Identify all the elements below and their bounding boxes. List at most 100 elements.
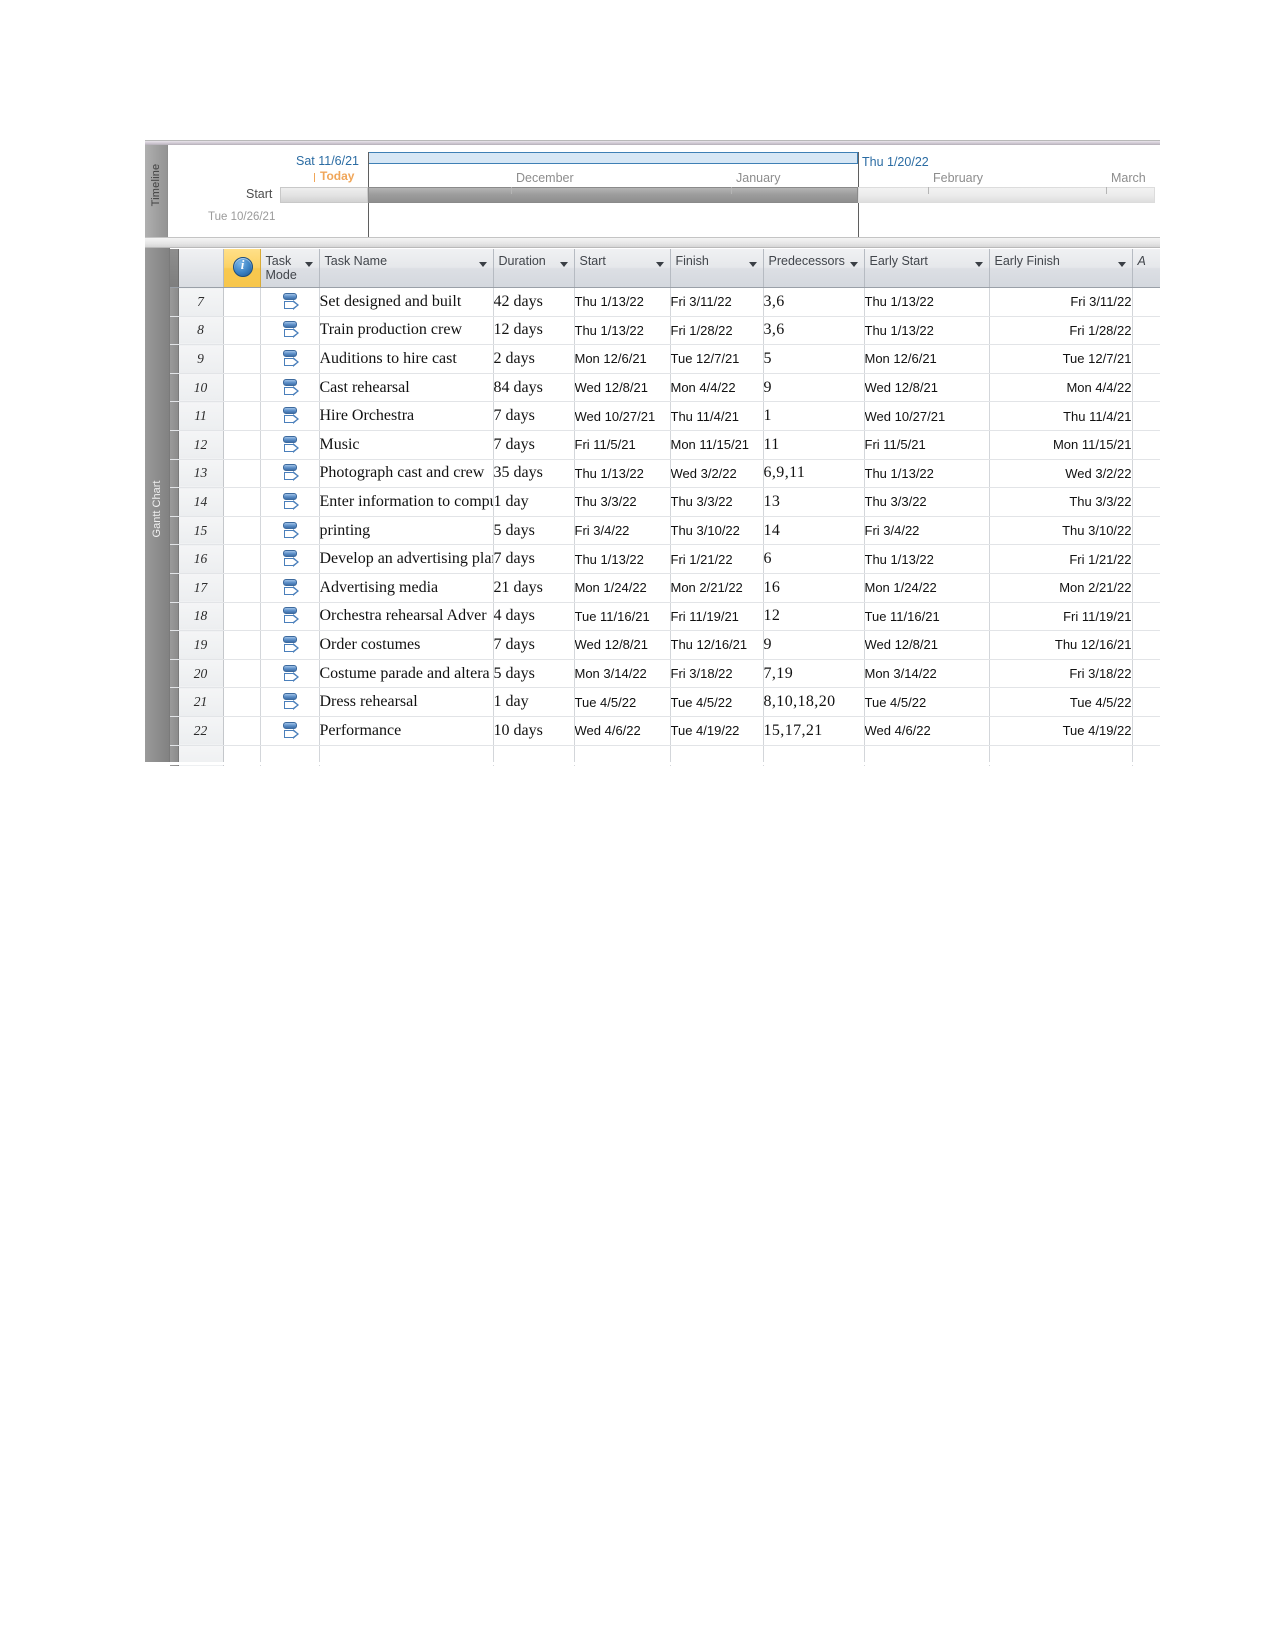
cell-task-mode[interactable] xyxy=(260,716,320,746)
cell-predecessors[interactable]: 1 xyxy=(763,401,865,431)
cell-start[interactable]: Tue 11/16/21 xyxy=(574,602,671,632)
cell-task-mode[interactable] xyxy=(260,687,320,717)
cell-duration[interactable]: 35 days xyxy=(493,459,575,489)
cell-start[interactable]: Fri 11/5/21 xyxy=(574,430,671,460)
cell-finish[interactable]: Tue 4/5/22 xyxy=(670,687,764,717)
row-number[interactable]: 22 xyxy=(178,716,224,746)
cell-early-finish[interactable]: Fri 3/11/22 xyxy=(989,287,1133,317)
cell-early-finish[interactable]: Fri 1/21/22 xyxy=(989,544,1133,574)
cell-task-mode[interactable] xyxy=(260,459,320,489)
cell-next-partial[interactable] xyxy=(1132,630,1160,660)
cell-duration[interactable]: 10 days xyxy=(493,716,575,746)
cell-task-mode[interactable] xyxy=(260,344,320,374)
row-number[interactable]: 21 xyxy=(178,687,224,717)
cell-start[interactable]: Wed 4/6/22 xyxy=(574,716,671,746)
cell-predecessors[interactable]: 3,6 xyxy=(763,316,865,346)
column-header-predecessors[interactable]: Predecessors xyxy=(763,249,865,288)
cell-indicator[interactable] xyxy=(223,287,261,317)
cell-task-name[interactable]: Auditions to hire cast xyxy=(319,344,494,374)
table-row[interactable]: 22 Performance 10 days Wed 4/6/22 Tue 4/19/2… xyxy=(170,716,1160,746)
cell-finish[interactable]: Thu 12/16/21 xyxy=(670,630,764,660)
cell-indicator[interactable] xyxy=(223,459,261,489)
cell-predecessors[interactable]: 9 xyxy=(763,630,865,660)
table-row[interactable]: 10 Cast rehearsal 84 days Wed 12/8/21 Mon 4/… xyxy=(170,373,1160,403)
cell-duration[interactable]: 12 days xyxy=(493,316,575,346)
cell-finish[interactable]: Fri 3/11/22 xyxy=(670,287,764,317)
cell-duration[interactable]: 42 days xyxy=(493,287,575,317)
chevron-down-icon[interactable] xyxy=(849,262,858,267)
chevron-down-icon[interactable] xyxy=(478,262,487,267)
auto-schedule-icon[interactable] xyxy=(281,606,299,626)
cell-predecessors[interactable]: 12 xyxy=(763,602,865,632)
cell-early-finish[interactable]: Thu 3/3/22 xyxy=(989,487,1133,517)
cell-early-start[interactable]: Wed 4/6/22 xyxy=(864,716,990,746)
table-row[interactable]: 20 Costume parade and altera 5 days Mon 3/1… xyxy=(170,659,1160,689)
cell-early-start[interactable]: Thu 3/3/22 xyxy=(864,487,990,517)
table-row[interactable]: 12 Music 7 days Fri 11/5/21 Mon 11/15/21 11 Fr… xyxy=(170,430,1160,460)
table-row[interactable]: 15 printing 5 days Fri 3/4/22 Thu 3/10/22 14 F… xyxy=(170,516,1160,546)
cell-predecessors[interactable]: 6,9,11 xyxy=(763,459,865,489)
cell-finish[interactable]: Fri 1/28/22 xyxy=(670,316,764,346)
column-header-early-finish[interactable]: Early Finish xyxy=(989,249,1133,288)
table-row[interactable]: 21 Dress rehearsal 1 day Tue 4/5/22 Tue 4/5/… xyxy=(170,687,1160,717)
row-number[interactable]: 20 xyxy=(178,659,224,689)
cell-task-name[interactable]: Music xyxy=(319,430,494,460)
cell-finish[interactable]: Mon 2/21/22 xyxy=(670,573,764,603)
cell-duration[interactable]: 84 days xyxy=(493,373,575,403)
row-number[interactable]: 17 xyxy=(178,573,224,603)
cell-early-start[interactable]: Thu 1/13/22 xyxy=(864,544,990,574)
cell-start[interactable]: Mon 12/6/21 xyxy=(574,344,671,374)
cell-early-start[interactable]: Tue 4/5/22 xyxy=(864,687,990,717)
column-header-task-name[interactable]: Task Name xyxy=(319,249,494,288)
cell-next-partial[interactable] xyxy=(1132,602,1160,632)
cell-early-finish[interactable]: Mon 2/21/22 xyxy=(989,573,1133,603)
cell-task-mode[interactable] xyxy=(260,430,320,460)
cell-indicator[interactable] xyxy=(223,401,261,431)
cell-predecessors[interactable]: 8,10,18,20 xyxy=(763,687,865,717)
cell-finish[interactable]: Tue 12/7/21 xyxy=(670,344,764,374)
cell-start[interactable]: Mon 3/14/22 xyxy=(574,659,671,689)
cell-predecessors[interactable]: 7,19 xyxy=(763,659,865,689)
cell-task-mode[interactable] xyxy=(260,516,320,546)
header-row-number[interactable] xyxy=(178,249,224,288)
cell-next-partial[interactable] xyxy=(1132,659,1160,689)
cell-task-name[interactable]: Cast rehearsal xyxy=(319,373,494,403)
cell-task-mode[interactable] xyxy=(260,487,320,517)
gantt-pane-tab[interactable]: Gantt Chart xyxy=(145,248,170,765)
cell-early-start[interactable]: Fri 3/4/22 xyxy=(864,516,990,546)
chevron-down-icon[interactable] xyxy=(974,262,983,267)
cell-finish[interactable]: Thu 3/3/22 xyxy=(670,487,764,517)
cell-early-start[interactable]: Tue 11/16/21 xyxy=(864,602,990,632)
cell-task-name[interactable]: Costume parade and altera xyxy=(319,659,494,689)
cell-early-start[interactable]: Mon 12/6/21 xyxy=(864,344,990,374)
cell-finish[interactable]: Wed 3/2/22 xyxy=(670,459,764,489)
cell-early-finish[interactable]: Mon 4/4/22 xyxy=(989,373,1133,403)
cell-indicator[interactable] xyxy=(223,716,261,746)
cell-early-finish[interactable]: Fri 3/18/22 xyxy=(989,659,1133,689)
cell-next-partial[interactable] xyxy=(1132,287,1160,317)
cell-next-partial[interactable] xyxy=(1132,373,1160,403)
timeline-pane-tab[interactable]: Timeline xyxy=(145,145,168,238)
cell-task-name[interactable]: Advertising media xyxy=(319,573,494,603)
cell-next-partial[interactable] xyxy=(1132,573,1160,603)
table-row[interactable]: 8 Train production crew 12 days Thu 1/13/22… xyxy=(170,316,1160,346)
cell-task-mode[interactable] xyxy=(260,544,320,574)
cell-early-finish[interactable]: Thu 12/16/21 xyxy=(989,630,1133,660)
cell-early-finish[interactable]: Fri 1/28/22 xyxy=(989,316,1133,346)
cell-duration[interactable]: 4 days xyxy=(493,602,575,632)
cell-indicator[interactable] xyxy=(223,659,261,689)
cell-indicator[interactable] xyxy=(223,316,261,346)
cell-duration[interactable]: 5 days xyxy=(493,659,575,689)
table-row[interactable]: 7 Set designed and built 42 days Thu 1/13/2… xyxy=(170,287,1160,317)
chevron-down-icon[interactable] xyxy=(1117,262,1126,267)
row-number[interactable]: 7 xyxy=(178,287,224,317)
cell-predecessors[interactable]: 16 xyxy=(763,573,865,603)
cell-next-partial[interactable] xyxy=(1132,544,1160,574)
timeline-bar-after-range[interactable] xyxy=(858,187,1155,203)
cell-finish[interactable]: Fri 11/19/21 xyxy=(670,602,764,632)
auto-schedule-icon[interactable] xyxy=(281,578,299,598)
cell-indicator[interactable] xyxy=(223,516,261,546)
cell-early-finish[interactable]: Tue 4/19/22 xyxy=(989,716,1133,746)
auto-schedule-icon[interactable] xyxy=(281,692,299,712)
auto-schedule-icon[interactable] xyxy=(281,664,299,684)
